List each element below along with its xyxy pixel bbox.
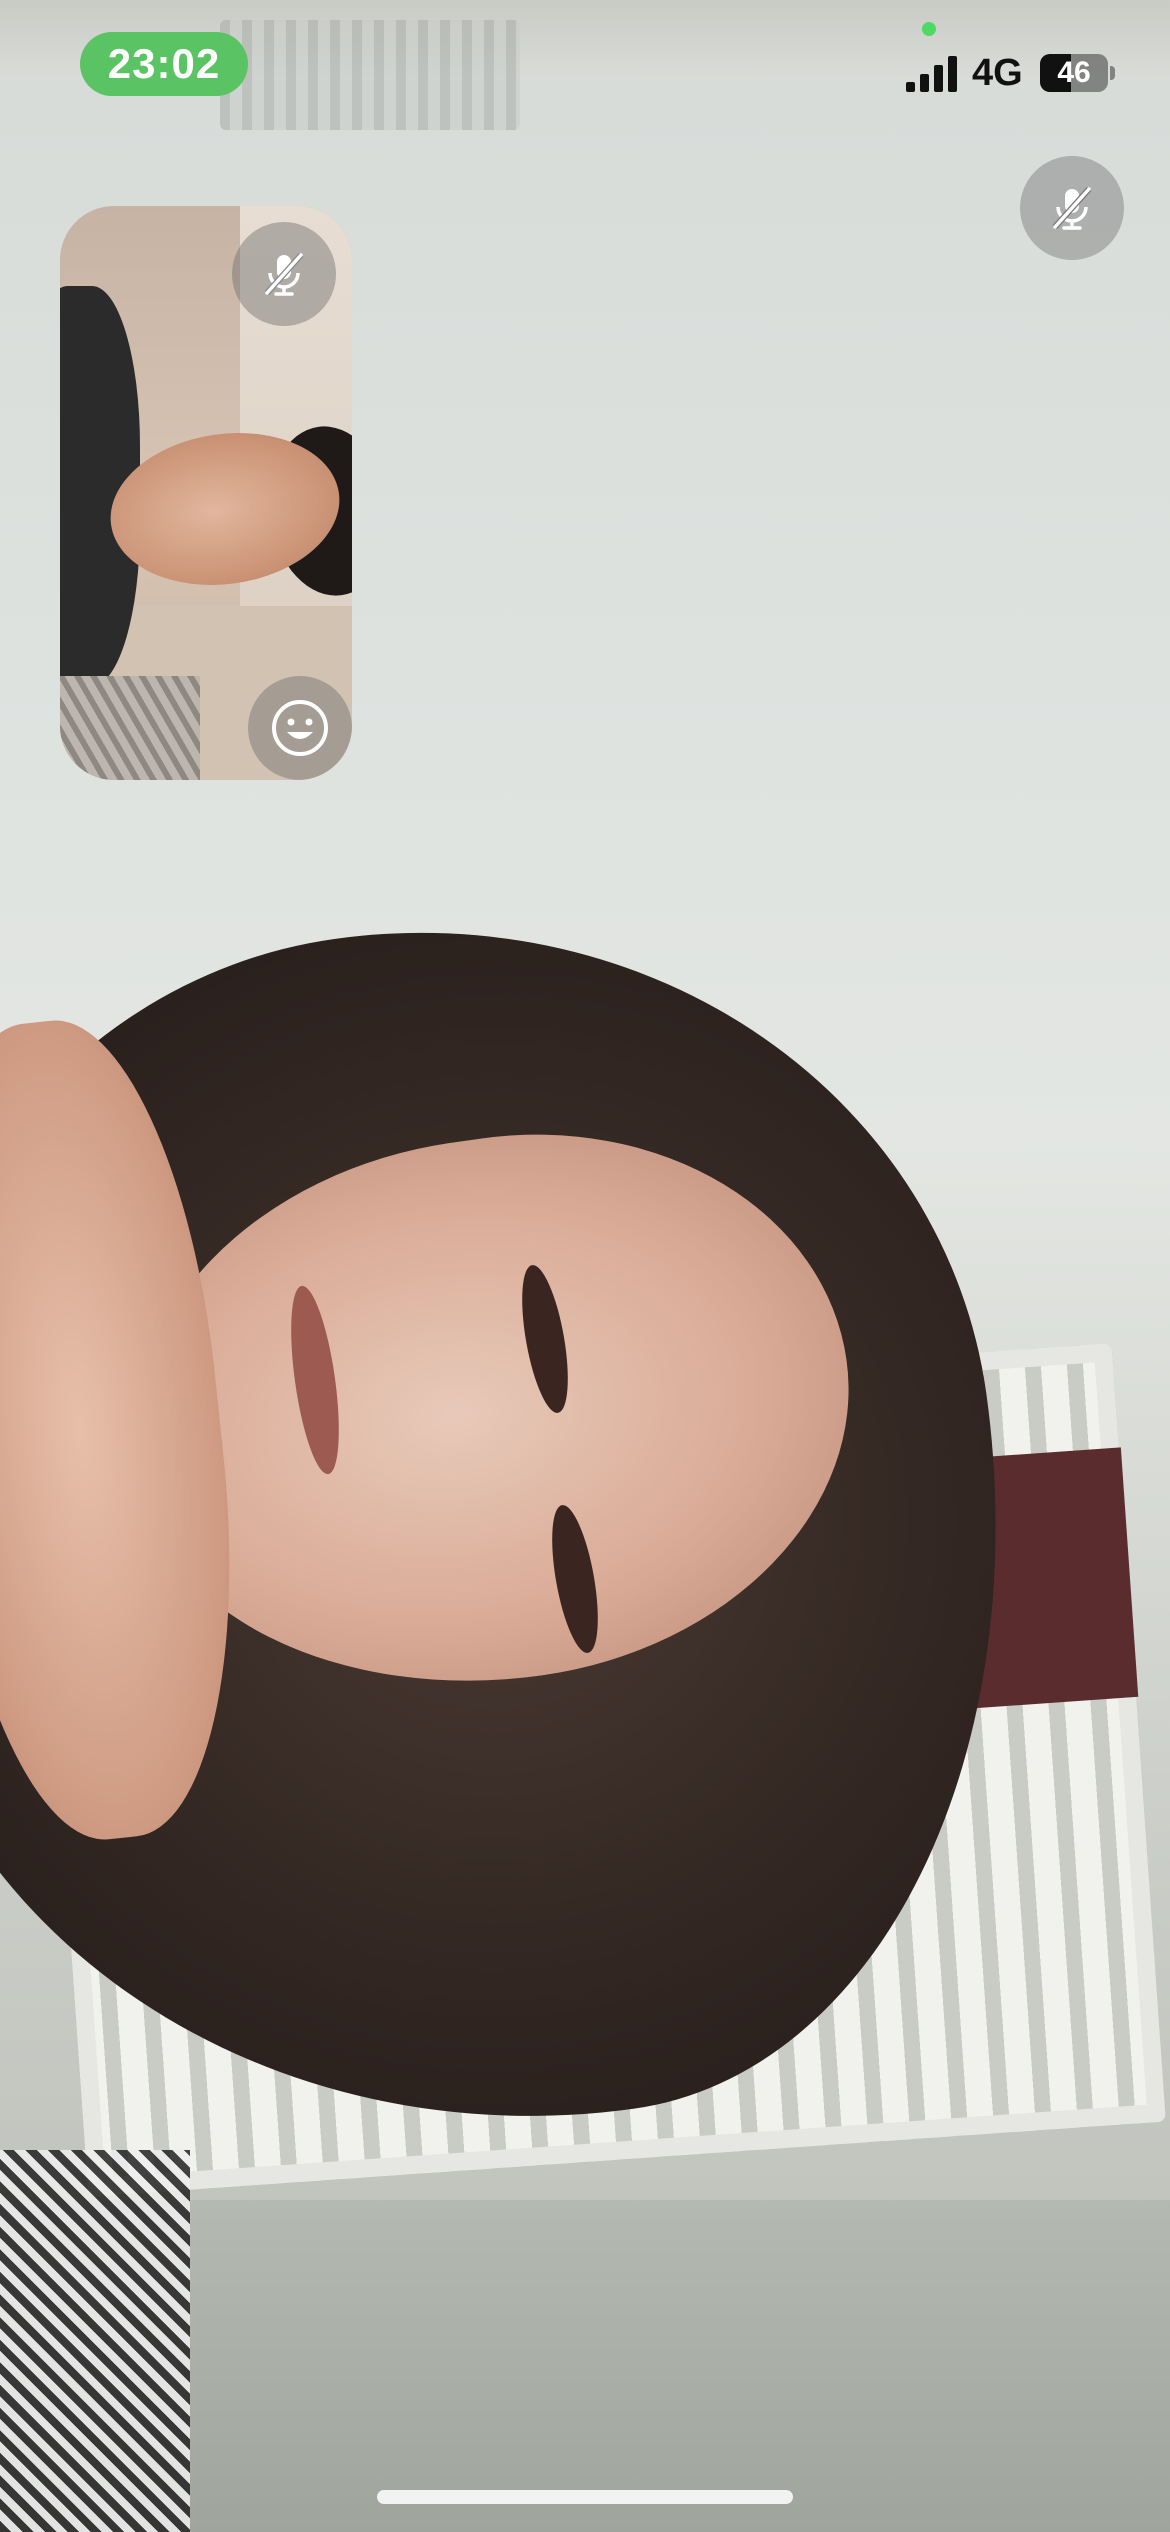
- self-view-pip[interactable]: [60, 206, 352, 780]
- self-mute-button[interactable]: [232, 222, 336, 326]
- battery-percent: 46: [1057, 56, 1091, 89]
- effects-button[interactable]: [248, 676, 352, 780]
- network-type-label: 4G: [972, 52, 1023, 94]
- cellular-signal-icon: [906, 56, 957, 92]
- remote-mute-indicator: [1020, 156, 1124, 260]
- smiley-face-icon: [272, 700, 328, 756]
- status-time: 23:02: [107, 40, 221, 87]
- facetime-call-screen: 23:02 4G 46: [0, 0, 1170, 2532]
- battery-tip: [1110, 66, 1115, 80]
- status-bar: 23:02 4G 46: [0, 0, 1170, 140]
- home-indicator[interactable]: [377, 2490, 793, 2504]
- mic-off-icon: [1052, 186, 1092, 230]
- self-view-radiator: [60, 676, 200, 780]
- mic-off-icon: [264, 252, 304, 296]
- camera-in-use-indicator: [922, 22, 936, 36]
- call-time-pill[interactable]: 23:02: [80, 32, 248, 96]
- remote-video-cloth: [0, 2150, 190, 2532]
- battery-icon: 46: [1040, 54, 1108, 92]
